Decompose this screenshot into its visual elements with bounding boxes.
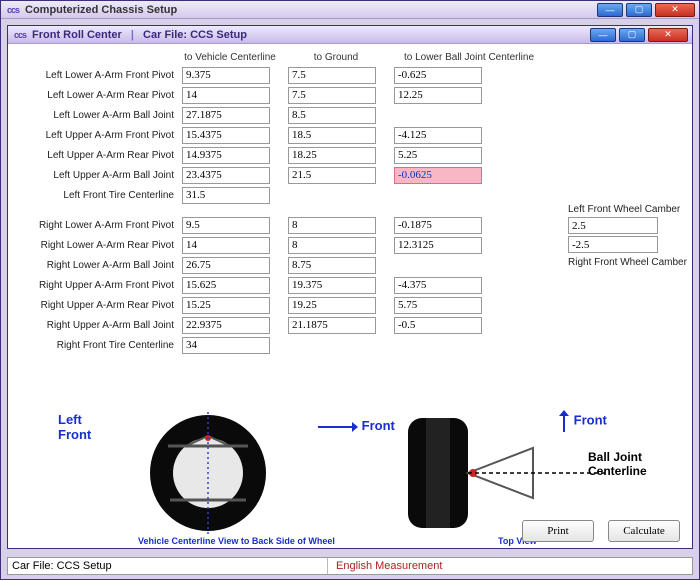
- inner-title: Front Roll Center | Car File: CCS Setup: [32, 29, 590, 41]
- measurement-input[interactable]: [182, 107, 270, 124]
- measurement-input[interactable]: [288, 127, 376, 144]
- measurement-input[interactable]: [394, 87, 482, 104]
- measurement-input[interactable]: [288, 257, 376, 274]
- measurement-input[interactable]: [182, 87, 270, 104]
- action-buttons: Print Calculate: [522, 520, 680, 542]
- row-label: Right Lower A-Arm Ball Joint: [12, 260, 182, 271]
- close-button[interactable]: ✕: [655, 3, 695, 17]
- inner-close-button[interactable]: ✕: [648, 28, 688, 42]
- measurement-input[interactable]: [288, 277, 376, 294]
- table-row: Left Upper A-Arm Ball Joint: [12, 165, 682, 185]
- measurement-input[interactable]: [288, 87, 376, 104]
- measurement-input[interactable]: [288, 297, 376, 314]
- row-label: Left Lower A-Arm Ball Joint: [12, 110, 182, 121]
- measurement-input[interactable]: [394, 147, 482, 164]
- measurement-input[interactable]: [288, 317, 376, 334]
- outer-title: Computerized Chassis Setup: [25, 4, 597, 16]
- wheel-top-view-icon: [398, 408, 618, 538]
- table-row: Right Upper A-Arm Rear Pivot: [12, 295, 682, 315]
- measurement-input[interactable]: [182, 167, 270, 184]
- measurement-input[interactable]: [394, 217, 482, 234]
- left-front-label: Left Front: [58, 412, 91, 442]
- measurement-input[interactable]: [288, 107, 376, 124]
- measurement-input[interactable]: [182, 217, 270, 234]
- row-label: Left Upper A-Arm Ball Joint: [12, 170, 182, 181]
- col-header-ground: to Ground: [288, 52, 384, 63]
- app-icon: ccs: [7, 5, 21, 15]
- col-header-balljoint: to Lower Ball Joint Centerline: [394, 52, 544, 63]
- row-label: Right Upper A-Arm Rear Pivot: [12, 300, 182, 311]
- table-row: Left Lower A-Arm Front Pivot: [12, 65, 682, 85]
- measurement-input[interactable]: [394, 297, 482, 314]
- outer-window: ccs Computerized Chassis Setup — ▢ ✕ ccs…: [0, 0, 700, 580]
- row-label: Right Lower A-Arm Front Pivot: [12, 220, 182, 231]
- side-view-caption: Vehicle Centerline View to Back Side of …: [138, 536, 335, 546]
- inner-title-left: Front Roll Center: [32, 29, 122, 41]
- measurement-input[interactable]: [182, 147, 270, 164]
- measurement-input[interactable]: [182, 257, 270, 274]
- measurement-input[interactable]: [182, 67, 270, 84]
- table-row: Left Lower A-Arm Rear Pivot: [12, 85, 682, 105]
- table-row: Left Upper A-Arm Front Pivot: [12, 125, 682, 145]
- col-header-vehicle-centerline: to Vehicle Centerline: [182, 52, 278, 63]
- doc-icon: ccs: [14, 30, 28, 40]
- content-area: to Vehicle Centerline to Ground to Lower…: [8, 44, 692, 548]
- row-label: Right Upper A-Arm Ball Joint: [12, 320, 182, 331]
- measurement-input[interactable]: [394, 237, 482, 254]
- outer-titlebar[interactable]: ccs Computerized Chassis Setup — ▢ ✕: [1, 1, 699, 19]
- inner-maximize-button[interactable]: ▢: [619, 28, 645, 42]
- left-camber-input-1[interactable]: [568, 217, 658, 234]
- column-headers: to Vehicle Centerline to Ground to Lower…: [12, 52, 682, 63]
- measurement-input[interactable]: [288, 67, 376, 84]
- left-camber-input-2[interactable]: [568, 236, 658, 253]
- table-row: Right Upper A-Arm Ball Joint: [12, 315, 682, 335]
- row-label: Left Upper A-Arm Front Pivot: [12, 130, 182, 141]
- status-file: Car File: CCS Setup: [8, 558, 328, 574]
- inner-title-right: Car File: CCS Setup: [143, 29, 247, 41]
- inner-titlebar[interactable]: ccs Front Roll Center | Car File: CCS Se…: [8, 26, 692, 44]
- right-camber-label: Right Front Wheel Camber: [568, 257, 692, 268]
- row-label: Right Front Tire Centerline: [12, 340, 182, 351]
- wheel-side-view-icon: [108, 408, 358, 538]
- measurement-input[interactable]: [394, 317, 482, 334]
- measurement-input[interactable]: [394, 277, 482, 294]
- measurement-input[interactable]: [394, 67, 482, 84]
- measurement-input[interactable]: [182, 237, 270, 254]
- measurement-input[interactable]: [182, 187, 270, 204]
- maximize-button[interactable]: ▢: [626, 3, 652, 17]
- measurement-input[interactable]: [182, 277, 270, 294]
- measurement-input[interactable]: [288, 147, 376, 164]
- measurement-input[interactable]: [288, 167, 376, 184]
- title-separator: |: [131, 29, 134, 41]
- inner-minimize-button[interactable]: —: [590, 28, 616, 42]
- print-button[interactable]: Print: [522, 520, 594, 542]
- table-row: Left Front Tire Centerline: [12, 185, 682, 205]
- row-label: Left Lower A-Arm Rear Pivot: [12, 90, 182, 101]
- status-units: English Measurement: [328, 560, 442, 572]
- row-label: Left Lower A-Arm Front Pivot: [12, 70, 182, 81]
- measurement-input[interactable]: [182, 297, 270, 314]
- row-label: Left Upper A-Arm Rear Pivot: [12, 150, 182, 161]
- measurement-input[interactable]: [182, 337, 270, 354]
- table-row: Right Front Tire Centerline: [12, 335, 682, 355]
- left-camber-label: Left Front Wheel Camber: [568, 204, 692, 215]
- row-label: Right Upper A-Arm Front Pivot: [12, 280, 182, 291]
- table-row: Left Lower A-Arm Ball Joint: [12, 105, 682, 125]
- status-bar: Car File: CCS Setup English Measurement: [7, 557, 693, 575]
- calculate-button[interactable]: Calculate: [608, 520, 680, 542]
- row-label: Left Front Tire Centerline: [12, 190, 182, 201]
- inner-window: ccs Front Roll Center | Car File: CCS Se…: [7, 25, 693, 549]
- minimize-button[interactable]: —: [597, 3, 623, 17]
- measurement-input[interactable]: [182, 317, 270, 334]
- table-row: Right Upper A-Arm Front Pivot: [12, 275, 682, 295]
- row-label: Right Lower A-Arm Rear Pivot: [12, 240, 182, 251]
- measurement-input[interactable]: [288, 237, 376, 254]
- camber-block: Left Front Wheel Camber Right Front Whee…: [568, 204, 692, 268]
- measurement-input[interactable]: [182, 127, 270, 144]
- measurement-input[interactable]: [394, 127, 482, 144]
- measurement-input[interactable]: [394, 167, 482, 184]
- table-row: Left Upper A-Arm Rear Pivot: [12, 145, 682, 165]
- measurement-input[interactable]: [288, 217, 376, 234]
